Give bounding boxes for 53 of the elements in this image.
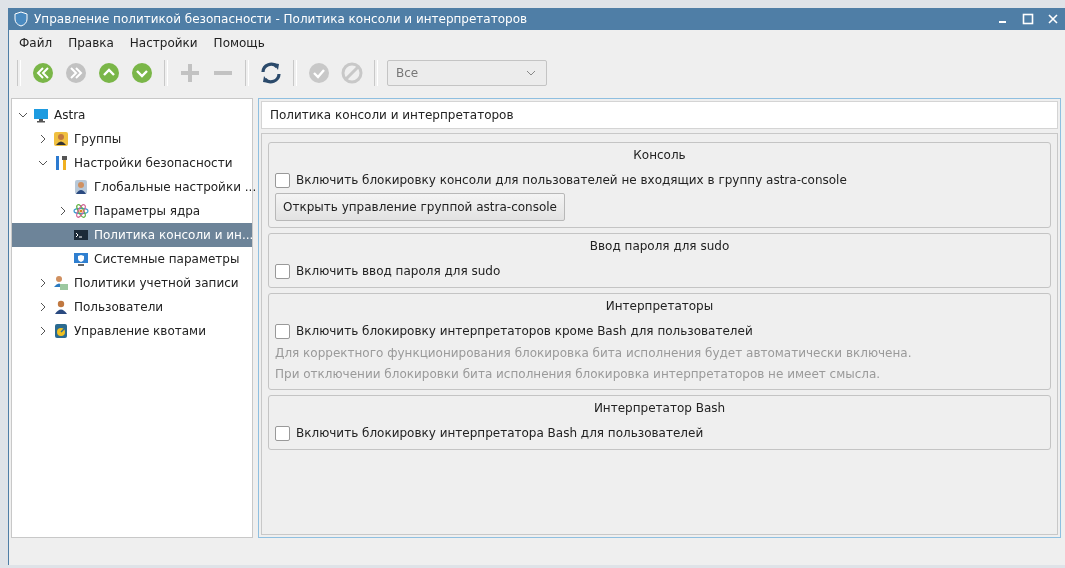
first-icon-button[interactable] bbox=[30, 60, 56, 86]
up-icon-button[interactable] bbox=[96, 60, 122, 86]
checkbox[interactable] bbox=[275, 263, 290, 279]
tree-item[interactable]: Политика консоли и ин... bbox=[12, 223, 252, 247]
refresh-icon-button[interactable] bbox=[258, 60, 284, 86]
tree-item[interactable]: Пользователи bbox=[12, 295, 252, 319]
down-icon-button[interactable] bbox=[129, 60, 155, 86]
menu-item[interactable]: Настройки bbox=[129, 36, 198, 50]
tree-item[interactable]: Группы bbox=[12, 127, 252, 151]
chevron-down-icon bbox=[526, 70, 536, 76]
checkbox-label: Включить ввод пароля для sudo bbox=[296, 264, 501, 278]
tools-icon bbox=[53, 155, 69, 171]
person-icon bbox=[73, 179, 89, 195]
group-title: Ввод пароля для sudo bbox=[589, 239, 730, 253]
tree-item[interactable]: Настройки безопасности bbox=[12, 151, 252, 175]
checkbox[interactable] bbox=[275, 323, 290, 339]
window-title: Управление политикой безопасности - Политика консоли и интерпретаторов bbox=[34, 12, 528, 26]
chevron-right-icon[interactable] bbox=[38, 134, 48, 144]
menu-item[interactable]: Правка bbox=[68, 36, 114, 50]
checkbox[interactable] bbox=[275, 172, 290, 188]
tree-item[interactable]: Политики учетной записи bbox=[12, 271, 252, 295]
close-button[interactable] bbox=[1046, 12, 1060, 26]
open-group-button[interactable]: Открыть управление группой astra-console bbox=[275, 193, 565, 221]
chevron-down-icon[interactable] bbox=[18, 110, 28, 120]
menu-item[interactable]: Файл bbox=[19, 36, 53, 50]
tree-item[interactable]: Системные параметры bbox=[12, 247, 252, 271]
chevron-right-icon[interactable] bbox=[38, 278, 48, 288]
checkbox-label: Включить блокировку интерпретаторов кроме Bash для пользователей bbox=[296, 324, 753, 338]
filter-dropdown[interactable]: Все bbox=[387, 60, 547, 86]
chevron-down-icon[interactable] bbox=[38, 158, 48, 168]
person-card-icon bbox=[53, 275, 69, 291]
menu-item[interactable]: Помощь bbox=[213, 36, 265, 50]
tree-item[interactable]: Параметры ядра bbox=[12, 199, 252, 223]
hint-text: Для корректного функционирования блокировка бита исполнения будет автоматически включена. bbox=[275, 345, 913, 362]
monitor-icon bbox=[33, 107, 49, 123]
chevron-right-icon[interactable] bbox=[38, 302, 48, 312]
group-title: Консоль bbox=[633, 148, 686, 162]
tree-item[interactable]: Astra bbox=[12, 103, 252, 127]
group-title: Интерпретаторы bbox=[605, 299, 714, 313]
checkbox[interactable] bbox=[275, 425, 290, 441]
chevron-right-icon[interactable] bbox=[58, 206, 68, 216]
terminal-icon bbox=[73, 227, 89, 243]
checkbox-label: Включить блокировку интерпретатора Bash для пользователей bbox=[296, 426, 704, 440]
atom-icon bbox=[73, 203, 89, 219]
shield-icon bbox=[13, 11, 29, 27]
hint-text: При отключении блокировки бита исполнения блокировка интерпретаторов не имеет смысла. bbox=[275, 366, 882, 383]
page-title: Политика консоли и интерпретаторов bbox=[261, 101, 1058, 129]
maximize-button[interactable] bbox=[1021, 12, 1035, 26]
screen-shield-icon bbox=[73, 251, 89, 267]
tree-item[interactable]: Управление квотами bbox=[12, 319, 252, 343]
checkbox-label: Включить блокировку консоли для пользователей не входящих в группу astra-console bbox=[296, 173, 847, 187]
group-title: Интерпретатор Bash bbox=[593, 401, 726, 415]
chevron-right-icon[interactable] bbox=[38, 326, 48, 336]
